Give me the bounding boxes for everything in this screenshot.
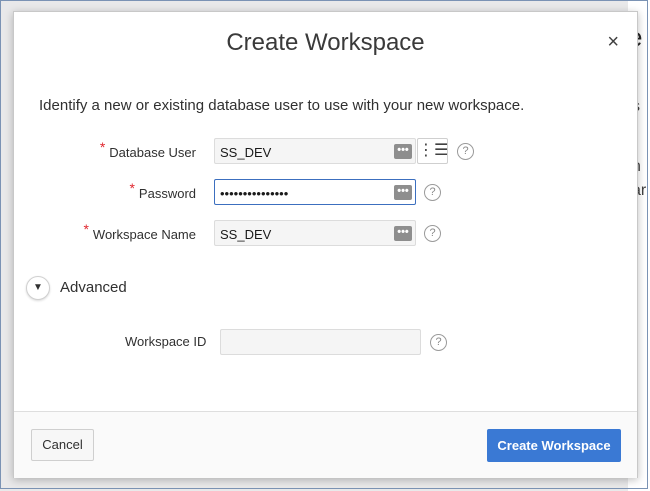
workspace-name-value: SS_DEV <box>220 227 272 242</box>
required-marker: * <box>129 180 135 196</box>
dialog-header: Create Workspace × <box>14 12 637 74</box>
help-icon[interactable]: ? <box>424 184 441 201</box>
workspace-id-field[interactable] <box>220 329 421 355</box>
more-options-button[interactable]: ••• <box>394 226 412 241</box>
database-user-value: SS_DEV <box>220 145 272 160</box>
password-field[interactable]: ••••••••••••••• ••• <box>214 179 416 205</box>
list-of-values-icon[interactable]: ⋮☰ <box>417 138 448 164</box>
dialog-title: Create Workspace <box>226 29 425 56</box>
workspace-name-row: * Workspace Name SS_DEV ••• ? <box>14 220 637 248</box>
password-value: ••••••••••••••• <box>220 186 289 201</box>
create-workspace-dialog: Create Workspace × Identify a new or exi… <box>13 11 638 478</box>
create-workspace-button[interactable]: Create Workspace <box>487 429 621 462</box>
more-options-button[interactable]: ••• <box>394 185 412 200</box>
chevron-down-icon[interactable]: ▼ <box>26 276 50 300</box>
close-icon[interactable]: × <box>607 32 619 52</box>
workspace-name-label: * Workspace Name <box>83 221 196 242</box>
password-row: * Password ••••••••••••••• ••• ? <box>14 179 637 207</box>
workspace-name-field[interactable]: SS_DEV ••• <box>214 220 416 246</box>
help-icon[interactable]: ? <box>457 143 474 160</box>
database-user-field[interactable]: SS_DEV ••• <box>214 138 416 164</box>
required-marker: * <box>99 139 106 155</box>
more-options-button[interactable]: ••• <box>394 144 412 159</box>
database-user-label: * Database User <box>99 139 196 160</box>
intro-text: Identify a new or existing database user… <box>39 97 525 114</box>
password-label: * Password <box>129 180 196 201</box>
workspace-id-label: Workspace ID <box>125 334 207 349</box>
advanced-label[interactable]: Advanced <box>60 279 127 296</box>
dialog-footer: Cancel Create Workspace <box>14 411 637 478</box>
help-icon[interactable]: ? <box>430 334 447 351</box>
database-user-row: * Database User SS_DEV ••• ⋮☰ ? <box>14 138 637 166</box>
help-icon[interactable]: ? <box>424 225 441 242</box>
cancel-button[interactable]: Cancel <box>31 429 94 461</box>
required-marker: * <box>83 221 89 237</box>
